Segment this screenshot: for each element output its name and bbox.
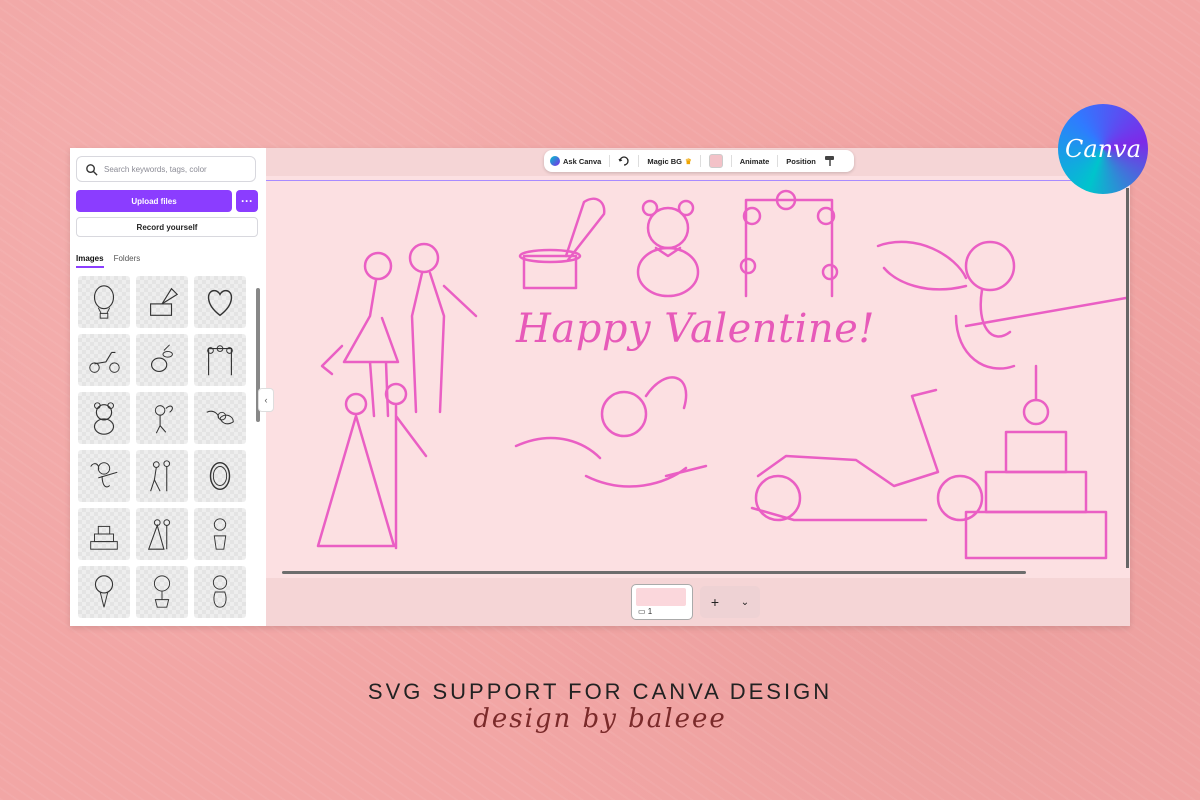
upload-files-button[interactable]: Upload files (76, 190, 232, 212)
wedding-cake-illustration (964, 364, 1108, 560)
search-input[interactable]: Search keywords, tags, color (76, 156, 256, 182)
angel-icon (206, 410, 234, 425)
ask-canva-label: Ask Canva (563, 156, 602, 166)
flower-vase-icon (213, 518, 227, 550)
teddy-bear-illustration (636, 199, 700, 298)
search-icon (86, 163, 98, 176)
thumb-vase-bouquet[interactable] (194, 566, 246, 618)
cupid-icon (154, 405, 173, 434)
wedding-cake-icon (90, 525, 118, 550)
canva-logo-text: Canva (1065, 135, 1141, 163)
canvas-vertical-scrollbar[interactable] (1126, 188, 1129, 568)
toolbar-divider (777, 155, 779, 167)
image-grid (78, 276, 248, 618)
plus-icon: + (710, 594, 720, 610)
scooter-illustration (750, 388, 984, 522)
canva-editor-window: Search keywords, tags, color Upload file… (70, 148, 1130, 626)
floral-arch-illustration (739, 189, 839, 298)
color-swatch-button[interactable] (708, 154, 723, 168)
magic-bg-label: Magic BG (647, 156, 682, 166)
color-swatch-icon (708, 154, 723, 168)
hot-air-balloon-icon (93, 285, 115, 319)
gramophone-illustration (518, 197, 606, 290)
canva-assistant-icon (550, 156, 560, 166)
lemons-icon (150, 344, 173, 372)
crown-icon: ♛ (684, 156, 692, 166)
dancing-couple-icon (150, 460, 171, 492)
gramophone-icon (150, 287, 179, 316)
replace-button[interactable] (618, 155, 630, 167)
canva-logo: Canva (1058, 104, 1148, 194)
thumb-wedding-couple[interactable] (136, 508, 188, 560)
canvas-toolbar: Ask Canva Magic BG ♛ Animate Position (544, 150, 854, 172)
valentine-illustrations (316, 189, 1128, 560)
thumb-dancing-couple[interactable] (136, 450, 188, 502)
thumb-mirror[interactable] (194, 450, 246, 502)
thumb-angel[interactable] (194, 392, 246, 444)
comment-icon: ▭ (638, 607, 646, 616)
thumb-heart[interactable] (194, 276, 246, 328)
toolbar-divider (699, 155, 701, 167)
record-yourself-button[interactable]: Record yourself (76, 217, 258, 237)
thumb-cupid[interactable] (136, 392, 188, 444)
uploads-panel: Search keywords, tags, color Upload file… (70, 148, 266, 626)
cupid-guitar-illustration (876, 240, 1128, 370)
tab-images[interactable]: Images (76, 254, 104, 268)
thumb-potted-flowers[interactable] (136, 566, 188, 618)
thumb-cupid-guitar[interactable] (78, 450, 130, 502)
uploads-tabs: Images Folders (76, 254, 140, 268)
thumb-bouquet[interactable] (78, 566, 130, 618)
toolbar-divider (638, 155, 640, 167)
wedding-couple-icon (147, 519, 171, 550)
wedding-couple-illustration (316, 382, 428, 550)
tab-folders[interactable]: Folders (114, 254, 141, 268)
thumb-floral-arch[interactable] (194, 334, 246, 386)
heart-icon (207, 289, 233, 317)
page-preview (636, 588, 686, 606)
dancing-couple-illustration (320, 242, 478, 418)
upload-more-button[interactable]: ··· (236, 190, 258, 212)
canvas-horizontal-scrollbar[interactable] (282, 571, 1026, 574)
search-placeholder: Search keywords, tags, color (104, 164, 207, 174)
designer-credit: design by baleee (473, 704, 727, 734)
position-button[interactable]: Position (786, 157, 816, 166)
collapse-panel-button[interactable]: ‹ (258, 388, 274, 412)
magic-bg-button[interactable]: Magic BG ♛ (647, 157, 691, 166)
flying-cupid-illustration (514, 376, 708, 488)
thumb-teddy-bear[interactable] (78, 392, 130, 444)
thumb-scooter[interactable] (78, 334, 130, 386)
page-thumbnail[interactable]: ▭ 1 (631, 584, 693, 620)
promo-caption: SVG SUPPORT FOR CANVA DESIGN (367, 679, 833, 704)
toolbar-divider (609, 155, 611, 167)
animate-button[interactable]: Animate (740, 157, 770, 166)
add-page-button[interactable]: + ⌄ (700, 586, 760, 618)
page-number: ▭ 1 (638, 607, 652, 616)
mirror-icon (209, 461, 231, 491)
vase-bouquet-icon (212, 575, 228, 608)
thumb-flower-vase[interactable] (194, 508, 246, 560)
teddy-bear-icon (93, 402, 115, 435)
chevron-left-icon: ‹ (264, 395, 268, 405)
chevron-down-icon[interactable]: ⌄ (741, 597, 749, 608)
potted-flowers-icon (153, 575, 171, 608)
scooter-icon (89, 351, 120, 373)
thumb-lemons[interactable] (136, 334, 188, 386)
thumb-wedding-cake[interactable] (78, 508, 130, 560)
cupid-guitar-icon (90, 462, 118, 488)
toolbar-divider (730, 155, 732, 167)
bouquet-icon (94, 575, 114, 608)
thumb-gramophone[interactable] (136, 276, 188, 328)
position-label: Position (786, 156, 816, 166)
canvas-title-text[interactable]: Happy Valentine! (516, 306, 875, 352)
animate-label: Animate (739, 156, 770, 166)
floral-arch-icon (207, 345, 233, 376)
paint-format-button[interactable] (824, 155, 836, 167)
paint-roller-icon (824, 156, 834, 166)
ask-canva-button[interactable]: Ask Canva (550, 156, 601, 166)
replace-icon (618, 156, 629, 166)
page-number-label: 1 (647, 607, 653, 616)
thumb-hot-air-balloon[interactable] (78, 276, 130, 328)
